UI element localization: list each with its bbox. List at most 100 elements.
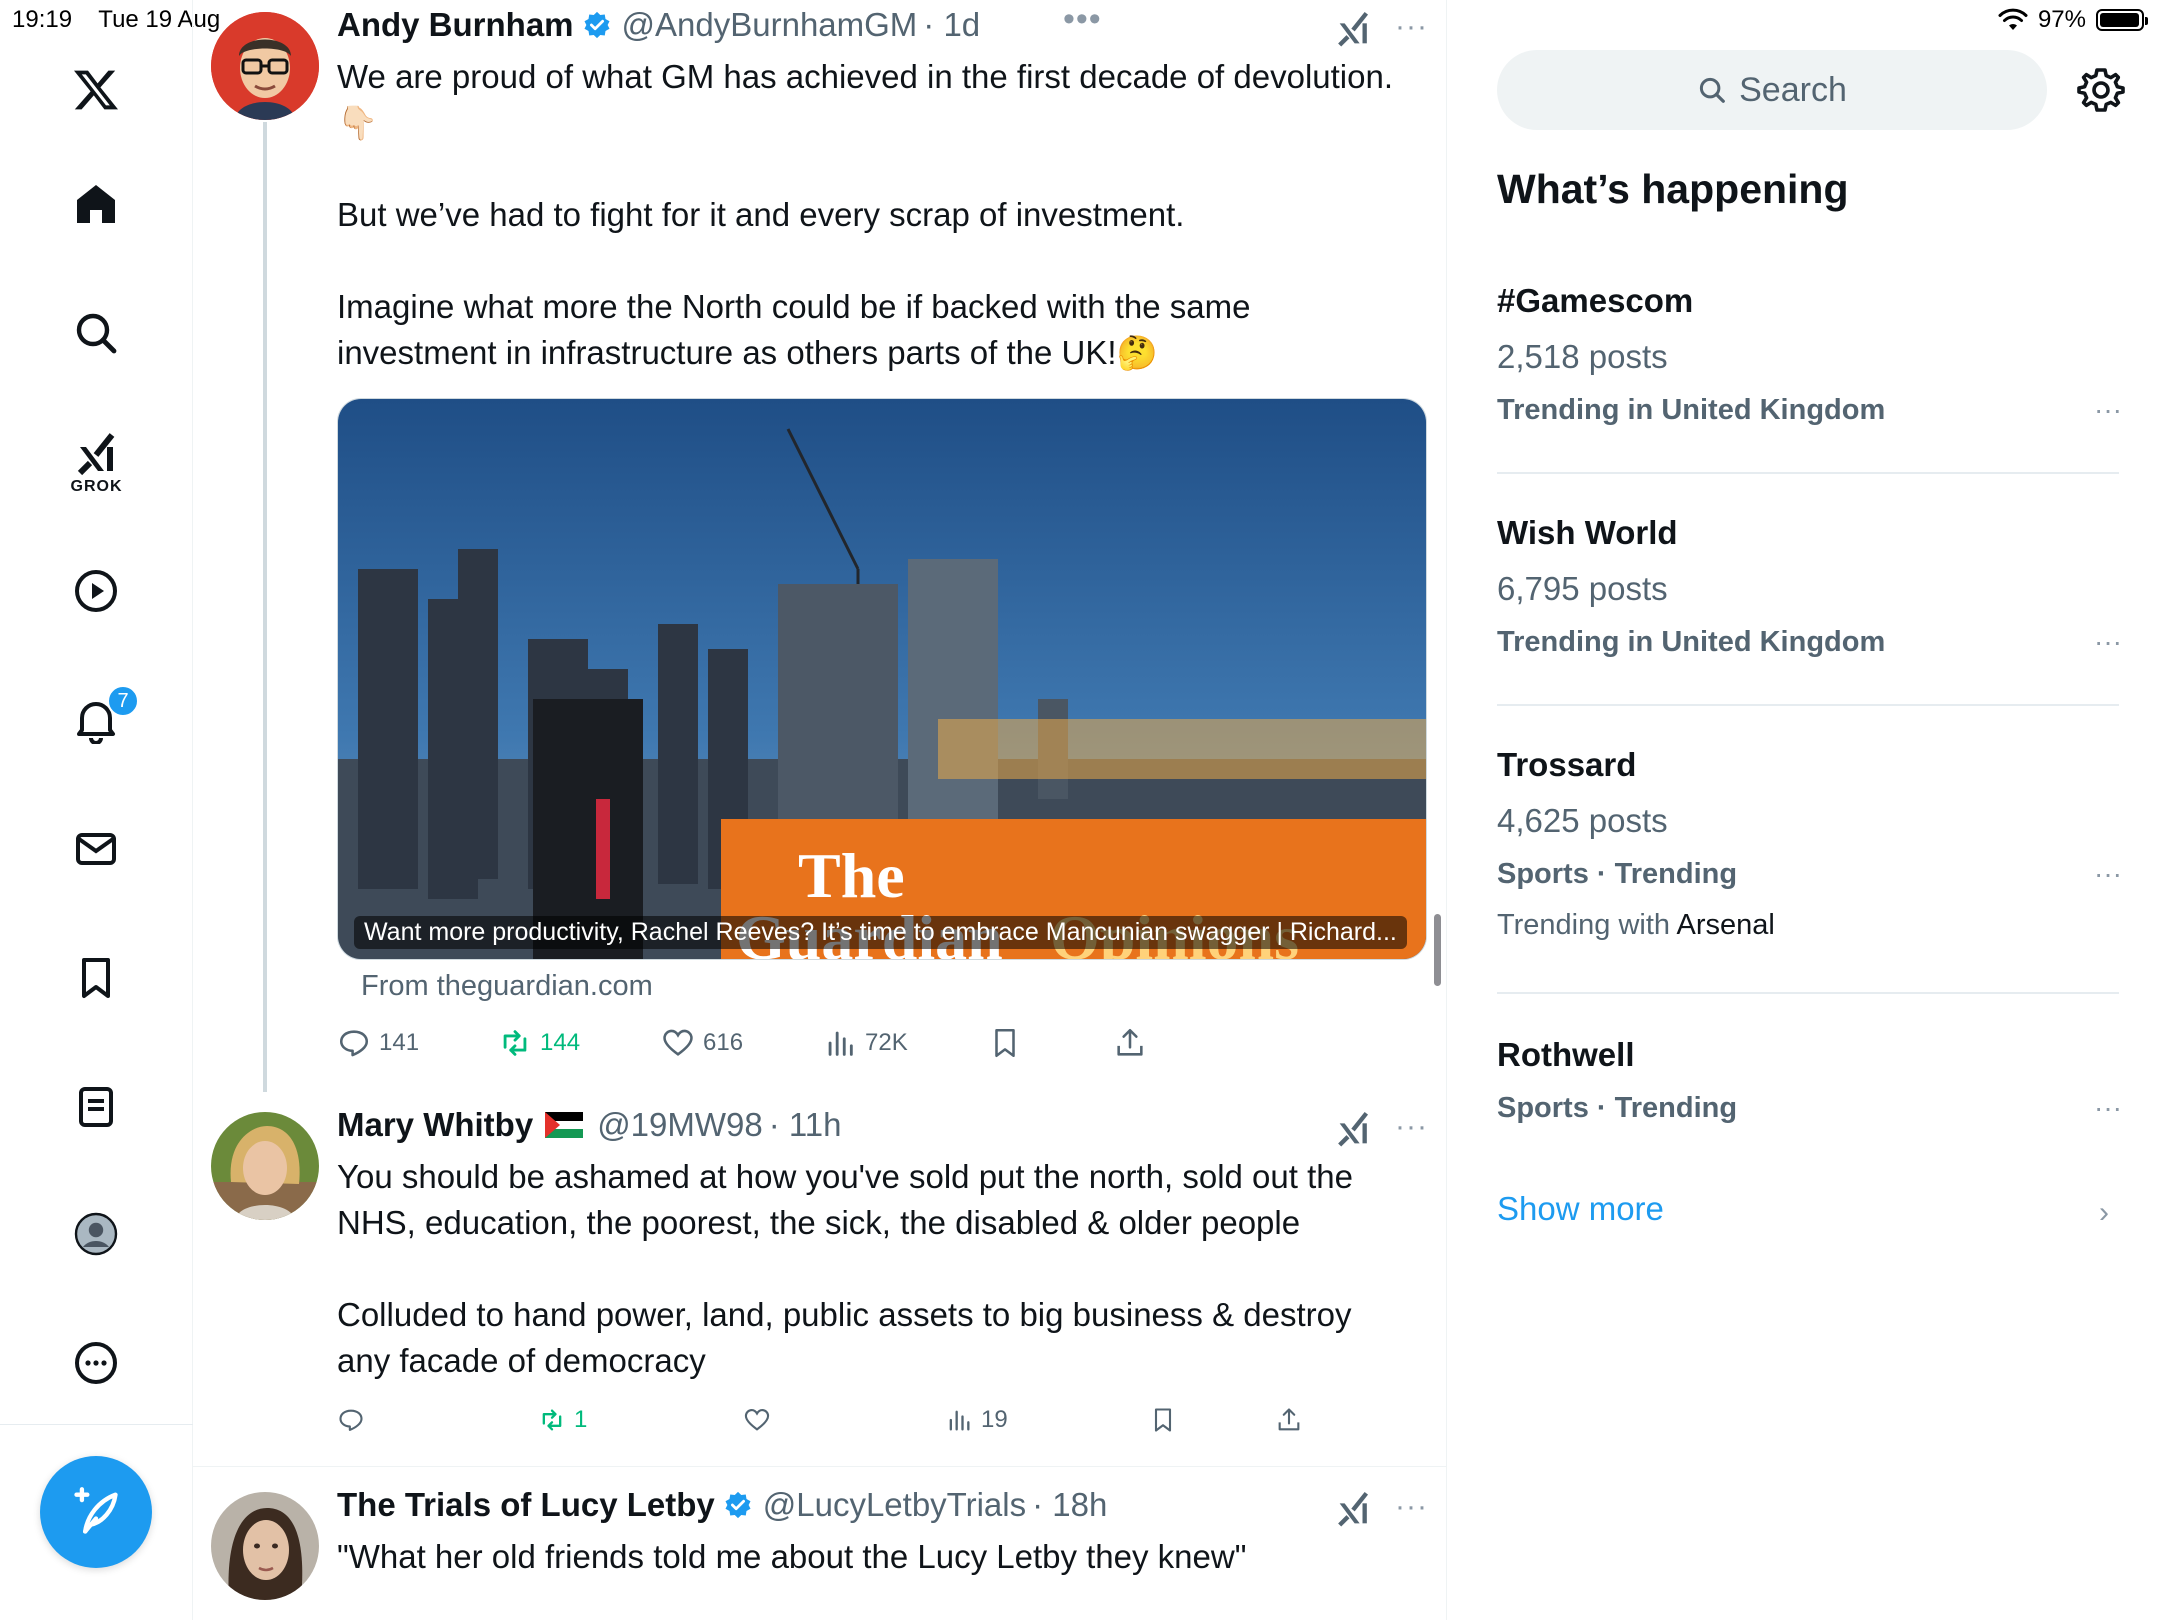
verified-badge-icon (725, 1491, 751, 1519)
trend-more-icon[interactable]: ··· (2094, 1092, 2122, 1124)
search-placeholder: Search (1739, 70, 1847, 109)
share-icon (1117, 1028, 1143, 1056)
like-button[interactable] (743, 1406, 779, 1434)
trend-posts: 6,795 posts (1497, 570, 1668, 607)
chevron-right-icon: › (2099, 1196, 2109, 1229)
x-logo-icon[interactable] (66, 60, 126, 120)
more-icon[interactable] (66, 1333, 126, 1393)
tweet-time[interactable]: · 1d (923, 6, 980, 44)
author-name[interactable]: The Trials of Lucy Letby (337, 1486, 715, 1524)
card-source[interactable]: From theguardian.com (361, 970, 653, 1003)
author-handle[interactable]: @19MW98 (597, 1106, 763, 1144)
palestine-flag-icon (545, 1112, 584, 1138)
reply-icon (339, 1030, 369, 1057)
views-button[interactable]: 19 (945, 1406, 1008, 1434)
avatar[interactable] (211, 1492, 319, 1600)
heart-icon (744, 1409, 770, 1431)
tweet-header: Mary Whitby @19MW98 · 11h (337, 1106, 842, 1144)
lists-icon[interactable] (66, 1077, 126, 1137)
tweet-text: "What her old friends told me about the … (337, 1538, 1247, 1575)
guardian-logo-the: The (798, 840, 905, 911)
repost-button[interactable]: 1 (538, 1406, 587, 1434)
home-icon[interactable] (66, 174, 126, 234)
search-icon (1700, 77, 1725, 103)
search-input[interactable]: Search (1497, 50, 2047, 130)
reply-button[interactable]: 141 (337, 1026, 419, 1060)
author-handle[interactable]: @LucyLetbyTrials (763, 1486, 1026, 1524)
link-card[interactable]: The Guardian Opinions Want more producti… (337, 398, 1427, 960)
trend-context: Sports · Trending (1497, 858, 1738, 890)
views-icon (828, 1031, 853, 1056)
whats-happening-title: What’s happening (1497, 166, 1849, 212)
repost-count: 1 (574, 1406, 588, 1433)
repost-button[interactable]: 144 (498, 1026, 580, 1060)
show-more-link[interactable]: Show more (1497, 1190, 1664, 1228)
trend-divider (1497, 992, 2119, 994)
share-icon (1278, 1408, 1300, 1431)
trend-more-icon[interactable]: ··· (2094, 394, 2122, 426)
repost-count: 144 (540, 1029, 581, 1056)
compose-icon (74, 1487, 118, 1534)
notifications-badge: 7 (107, 685, 139, 717)
trend-with-prefix: Trending with (1497, 909, 1671, 941)
trend-context: Sports · Trending (1497, 1092, 1738, 1124)
bookmark-button[interactable] (1149, 1406, 1177, 1434)
tweet-time[interactable]: · 11h (769, 1106, 842, 1144)
views-button[interactable]: 72K (823, 1026, 908, 1060)
settings-gear-icon[interactable] (2077, 66, 2125, 114)
grok-explain-icon[interactable] (1333, 10, 1373, 50)
share-button[interactable] (1113, 1026, 1147, 1060)
bookmark-icon (995, 1028, 1015, 1058)
thread-line (263, 122, 267, 1092)
tweet-more-icon[interactable]: ··· (1395, 10, 1428, 44)
compose-button[interactable] (40, 1456, 152, 1568)
bookmark-button[interactable] (988, 1026, 1022, 1060)
verified-badge-icon (584, 11, 610, 39)
tweet-divider (193, 1466, 1447, 1467)
like-count: 616 (703, 1029, 744, 1056)
reply-count: 141 (379, 1029, 420, 1056)
views-count: 19 (981, 1406, 1008, 1433)
author-name[interactable]: Andy Burnham (337, 6, 574, 44)
reply-button[interactable] (337, 1406, 373, 1434)
trend-name: Wish World (1497, 514, 1678, 551)
tweet-time[interactable]: · 18h (1032, 1486, 1107, 1524)
grok-explain-icon[interactable] (1333, 1490, 1373, 1530)
trend-name: #Gamescom (1497, 282, 1694, 319)
trend-item[interactable]: Wish World 6,795 posts Trending in Unite… (1497, 514, 2122, 659)
scrollbar[interactable] (1434, 914, 1441, 986)
trend-item[interactable]: Rothwell Sports · Trending ··· (1497, 1036, 2122, 1125)
trend-posts: 4,625 posts (1497, 802, 1668, 839)
bookmarks-icon[interactable] (66, 948, 126, 1008)
trend-item[interactable]: Trossard 4,625 posts Sports · Trending T… (1497, 746, 2122, 942)
card-image: The Guardian Opinions (338, 399, 1426, 959)
trend-divider (1497, 704, 2119, 706)
tweet-more-icon[interactable]: ··· (1395, 1110, 1428, 1144)
page-dots-icon: ••• (1063, 0, 1102, 38)
grok-explain-icon[interactable] (1333, 1110, 1373, 1150)
search-icon[interactable] (66, 303, 126, 363)
trend-context: Trending in United Kingdom (1497, 626, 1886, 658)
profile-icon[interactable] (66, 1204, 126, 1264)
grok-label: GROK (70, 478, 123, 495)
trend-with-topic[interactable]: Arsenal (1676, 909, 1774, 941)
author-name[interactable]: Mary Whitby (337, 1106, 533, 1144)
avatar[interactable] (211, 1112, 319, 1220)
trend-context: Trending in United Kingdom (1497, 394, 1886, 426)
share-button[interactable] (1275, 1406, 1303, 1434)
tweet-text: We are proud of what GM has achieved in … (337, 58, 1393, 371)
author-handle[interactable]: @AndyBurnhamGM (622, 6, 918, 44)
video-icon[interactable] (66, 561, 126, 621)
trend-item[interactable]: #Gamescom 2,518 posts Trending in United… (1497, 282, 2122, 427)
tweet-more-icon[interactable]: ··· (1395, 1490, 1428, 1524)
reply-icon (339, 1409, 363, 1431)
messages-icon[interactable] (66, 819, 126, 879)
grok-icon[interactable] (66, 425, 126, 485)
trend-more-icon[interactable]: ··· (2094, 858, 2122, 890)
repost-icon (542, 1409, 562, 1431)
like-button[interactable]: 616 (661, 1026, 743, 1060)
avatar[interactable] (211, 12, 319, 120)
trend-divider (1497, 472, 2119, 474)
trend-more-icon[interactable]: ··· (2094, 626, 2122, 658)
views-icon (949, 1410, 970, 1431)
